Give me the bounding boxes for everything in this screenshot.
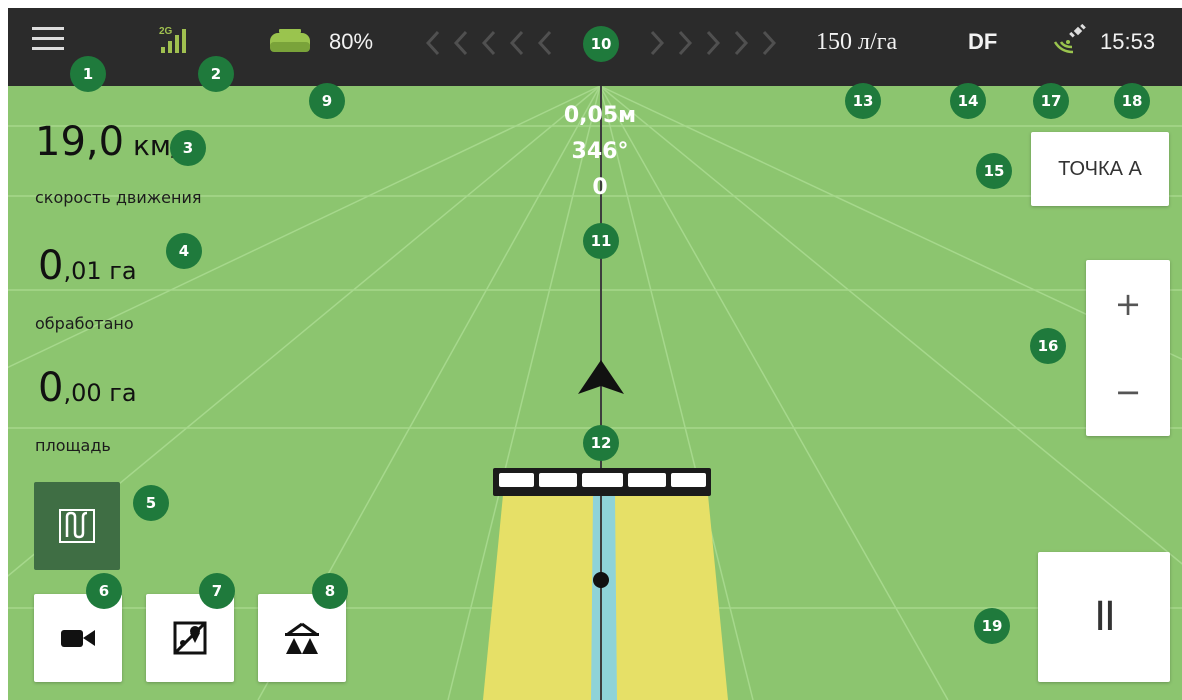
- callout-9: 9: [309, 83, 345, 119]
- cross-track-deviation: 0,05м: [563, 103, 637, 128]
- clock-time: 15:53: [1100, 29, 1156, 54]
- application-rate: 150 л/га: [816, 29, 898, 55]
- sprayer-boom-icon: [285, 622, 319, 654]
- zoom-control: + −: [1086, 260, 1170, 436]
- heading-value: 346°: [571, 139, 629, 164]
- video-camera-icon: [61, 630, 95, 647]
- point-a-button[interactable]: ТОЧКА А: [1031, 132, 1169, 206]
- callout-3: 3: [170, 130, 206, 166]
- callout-13: 13: [845, 83, 881, 119]
- callout-15: 15: [976, 153, 1012, 189]
- pause-button[interactable]: II: [1038, 552, 1170, 682]
- pause-icon: II: [1094, 594, 1116, 640]
- processed-area-value: 0,01 га: [38, 243, 137, 289]
- callout-7: 7: [199, 573, 235, 609]
- speed-label: скорость движения: [35, 188, 202, 207]
- guidance-pattern-button[interactable]: [34, 482, 120, 570]
- callout-8: 8: [312, 573, 348, 609]
- callout-2: 2: [198, 56, 234, 92]
- sprayer-boom: [493, 468, 711, 496]
- callout-14: 14: [950, 83, 986, 119]
- callout-5: 5: [133, 485, 169, 521]
- tank-icon: [270, 29, 310, 52]
- total-area-value: 0,00 га: [38, 365, 137, 411]
- callout-18: 18: [1114, 83, 1150, 119]
- callout-1: 1: [70, 56, 106, 92]
- total-area-label: площадь: [35, 436, 111, 455]
- callout-19: 19: [974, 608, 1010, 644]
- callout-17: 17: [1033, 83, 1069, 119]
- gps-satellite-icon: [1053, 24, 1086, 54]
- processed-area-label: обработано: [35, 314, 134, 333]
- mode-indicator: DF: [968, 29, 998, 54]
- callout-11: 11: [583, 223, 619, 259]
- callout-12: 12: [583, 425, 619, 461]
- cellular-signal-icon: 2G: [159, 26, 186, 53]
- hamburger-menu-icon[interactable]: [32, 27, 64, 51]
- guidance-line-number: 0: [592, 175, 608, 200]
- callout-16: 16: [1030, 328, 1066, 364]
- point-a-label: ТОЧКА А: [1058, 157, 1142, 180]
- guidance-pattern-icon: [59, 509, 95, 543]
- callout-4: 4: [166, 233, 202, 269]
- zoom-out-button[interactable]: −: [1086, 348, 1170, 436]
- callout-6: 6: [86, 573, 122, 609]
- map-marker-icon: [173, 621, 207, 655]
- tank-level-text: 80%: [329, 29, 374, 54]
- callout-10: 10: [583, 26, 619, 62]
- svg-text:2G: 2G: [159, 26, 173, 37]
- zoom-out-icon: −: [1114, 373, 1142, 411]
- sprayer-navigation-screen: 2G 80% 150 л/га DF 15:53 19,0 км/ч скоро…: [8, 8, 1182, 700]
- center-pass-stripe: [591, 495, 617, 700]
- zoom-in-button[interactable]: +: [1086, 260, 1170, 348]
- zoom-in-icon: +: [1114, 285, 1142, 323]
- position-marker-dot: [593, 572, 609, 588]
